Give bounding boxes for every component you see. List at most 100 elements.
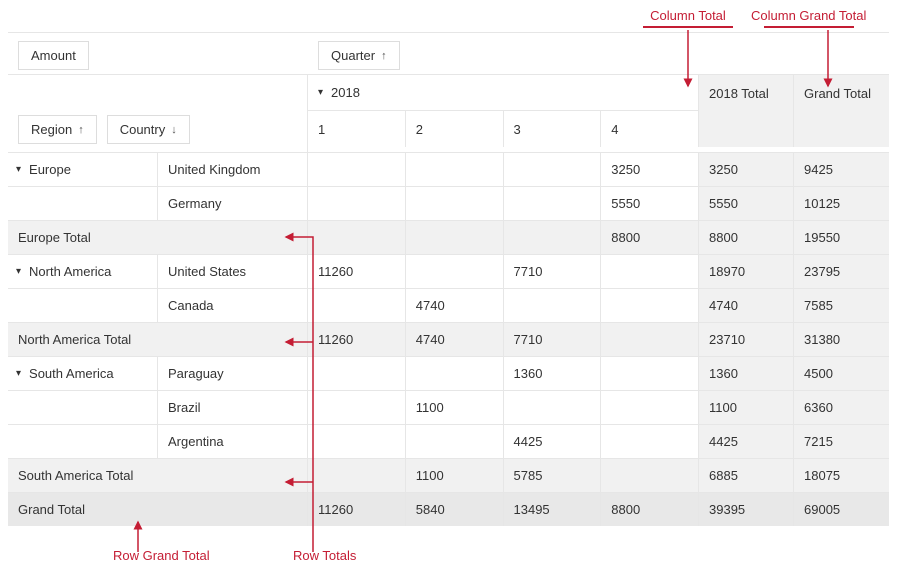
grand-total-cell: 10125: [794, 187, 889, 220]
data-cell: 5840: [406, 493, 504, 526]
data-cell: [308, 221, 406, 254]
data-cell: [406, 255, 504, 288]
data-cell: [504, 391, 602, 424]
region-label: South America: [29, 366, 114, 381]
year-total-cell: 3250: [699, 153, 794, 186]
region-cell[interactable]: ▾ South America: [8, 357, 158, 390]
measure-field-button[interactable]: Amount: [18, 41, 89, 70]
data-cell: 13495: [504, 493, 602, 526]
pivot-data-row: ▾EuropeUnited Kingdom325032509425: [8, 152, 889, 186]
year-total-cell: 18970: [699, 255, 794, 288]
column-header-year-label: 2018: [331, 85, 360, 100]
sort-desc-icon: ↓: [171, 124, 177, 136]
year-total-cell: 1360: [699, 357, 794, 390]
pivot-field-panel: Amount Quarter ↑: [8, 33, 889, 74]
grand-total-cell: 23795: [794, 255, 889, 288]
data-cell: 8800: [601, 493, 699, 526]
annotation-top: Column Total Column Grand Total: [8, 8, 889, 28]
data-cell: 4425: [504, 425, 602, 458]
column-header-year-total: 2018 Total: [699, 75, 794, 111]
data-cell: 1100: [406, 459, 504, 492]
country-cell: Paraguay: [158, 357, 308, 390]
grand-total-cell: 6360: [794, 391, 889, 424]
region-cell: [8, 391, 158, 424]
region-cell[interactable]: ▾Europe: [8, 153, 158, 186]
year-total-cell: 8800: [699, 221, 794, 254]
row-field-country-label: Country: [120, 122, 166, 137]
data-cell: [601, 255, 699, 288]
column-header-grand-total: Grand Total: [794, 75, 889, 111]
data-cell: 1360: [504, 357, 602, 390]
column-header-year[interactable]: ▾ 2018: [308, 75, 699, 111]
pivot-total-row: South America Total11005785688518075: [8, 458, 889, 492]
data-cell: [406, 425, 504, 458]
pivot-data-row: Argentina442544257215: [8, 424, 889, 458]
column-header-area: Region ↑ Country ↓ ▾ 2018 2018 Total Gra…: [8, 74, 889, 152]
data-cell: [406, 187, 504, 220]
country-cell: Germany: [158, 187, 308, 220]
pivot-data-row: Germany5550555010125: [8, 186, 889, 220]
column-field-button[interactable]: Quarter ↑: [318, 41, 400, 70]
row-total-label: Grand Total: [8, 493, 308, 526]
row-field-region-button[interactable]: Region ↑: [18, 115, 97, 144]
data-cell: [406, 357, 504, 390]
region-label: North America: [29, 264, 111, 279]
region-cell[interactable]: ▾ North America: [8, 255, 158, 288]
grand-total-cell: 19550: [794, 221, 889, 254]
annotation-bottom: Row Grand Total Row Totals: [8, 530, 889, 580]
data-cell: 3250: [601, 153, 699, 186]
annotation-column-grand-total-label: Column Grand Total: [751, 8, 866, 23]
row-field-region-label: Region: [31, 122, 72, 137]
pivot-grid: Amount Quarter ↑ Region ↑ Country ↓ ▾: [8, 32, 889, 526]
data-cell: 7710: [504, 323, 602, 356]
year-total-cell: 1100: [699, 391, 794, 424]
data-cell: 1100: [406, 391, 504, 424]
row-total-label: South America Total: [8, 459, 308, 492]
chevron-down-icon: ▾: [16, 266, 21, 277]
year-total-cell: 6885: [699, 459, 794, 492]
column-header-q2[interactable]: 2: [406, 111, 504, 147]
data-cell: 11260: [308, 493, 406, 526]
row-total-label: Europe Total: [8, 221, 308, 254]
grand-total-cell: 7215: [794, 425, 889, 458]
country-cell: Canada: [158, 289, 308, 322]
grand-total-cell: 4500: [794, 357, 889, 390]
annotation-column-total-label: Column Total: [650, 8, 726, 23]
pivot-total-row: Europe Total8800880019550: [8, 220, 889, 254]
chevron-down-icon: ▾: [16, 368, 21, 379]
year-total-cell: 23710: [699, 323, 794, 356]
country-cell: Brazil: [158, 391, 308, 424]
country-cell: United Kingdom: [158, 153, 308, 186]
column-header-q4[interactable]: 4: [601, 111, 699, 147]
data-cell: [504, 153, 602, 186]
data-cell: 4740: [406, 323, 504, 356]
pivot-data-area: ▾EuropeUnited Kingdom325032509425Germany…: [8, 152, 889, 526]
column-field-label: Quarter: [331, 48, 375, 63]
pivot-grand-total-row: Grand Total1126058401349588003939569005: [8, 492, 889, 526]
data-cell: [601, 323, 699, 356]
grand-total-cell: 18075: [794, 459, 889, 492]
region-cell: [8, 187, 158, 220]
column-header-grand-total-label: Grand Total: [804, 86, 871, 101]
measure-field-label: Amount: [31, 48, 76, 63]
data-cell: [308, 425, 406, 458]
grand-total-cell: 31380: [794, 323, 889, 356]
region-cell: [8, 425, 158, 458]
pivot-total-row: North America Total112604740771023710313…: [8, 322, 889, 356]
data-cell: 8800: [601, 221, 699, 254]
data-cell: [504, 187, 602, 220]
row-field-country-button[interactable]: Country ↓: [107, 115, 190, 144]
data-cell: [406, 221, 504, 254]
data-cell: [308, 153, 406, 186]
data-cell: [601, 425, 699, 458]
column-header-q3[interactable]: 3: [504, 111, 602, 147]
data-cell: [308, 357, 406, 390]
column-header-q1[interactable]: 1: [308, 111, 406, 147]
data-cell: [504, 221, 602, 254]
data-cell: [601, 459, 699, 492]
sort-asc-icon: ↑: [381, 50, 387, 62]
pivot-data-row: Canada474047407585: [8, 288, 889, 322]
country-cell: Argentina: [158, 425, 308, 458]
data-cell: 7710: [504, 255, 602, 288]
region-label: Europe: [29, 162, 71, 177]
